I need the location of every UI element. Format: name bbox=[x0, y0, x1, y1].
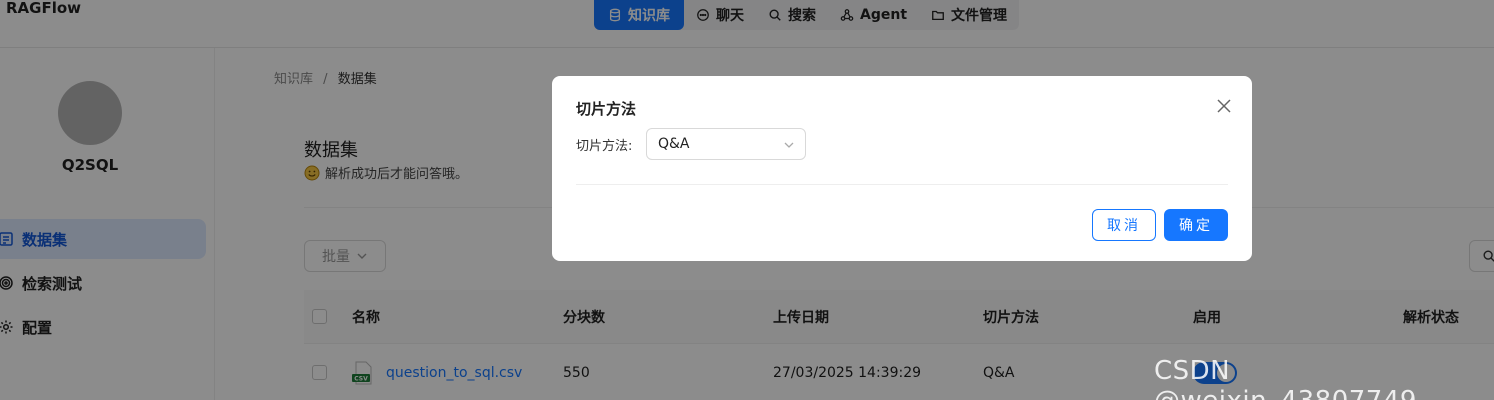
chevron-down-icon bbox=[784, 142, 794, 148]
chunk-method-label: 切片方法: bbox=[576, 139, 633, 154]
modal-divider bbox=[576, 184, 1228, 185]
chunk-method-select[interactable]: Q&A bbox=[646, 128, 806, 160]
chunk-method-modal: 切片方法 切片方法: Q&A 取消 确定 bbox=[552, 76, 1252, 261]
close-icon[interactable] bbox=[1214, 96, 1234, 116]
watermark: CSDN @weixin_43807749 bbox=[1154, 356, 1416, 400]
confirm-button[interactable]: 确定 bbox=[1164, 209, 1228, 241]
modal-title: 切片方法 bbox=[576, 100, 637, 118]
chunk-method-value: Q&A bbox=[658, 136, 690, 152]
cancel-button[interactable]: 取消 bbox=[1092, 209, 1156, 241]
